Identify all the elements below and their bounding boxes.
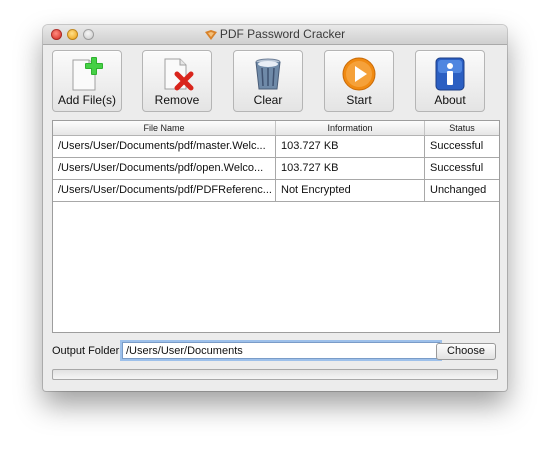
remove-button[interactable]: Remove xyxy=(142,50,212,112)
status-cell: Successful xyxy=(430,162,484,174)
about-button[interactable]: About xyxy=(415,50,485,112)
information-cell: 103.727 KB xyxy=(276,136,425,157)
clear-label: Clear xyxy=(253,93,283,107)
title-bar: PDF Password Cracker xyxy=(43,25,507,45)
table-row[interactable]: /Users/User/Documents/pdf/PDFReferenc...… xyxy=(53,180,499,202)
column-header-file-name[interactable]: File Name xyxy=(53,121,276,135)
status-cell: Unchanged xyxy=(430,184,487,196)
file-name-cell: /Users/User/Documents/pdf/master.Welc... xyxy=(53,136,276,157)
information-cell: 103.727 KB xyxy=(276,158,425,179)
output-folder-input[interactable] xyxy=(122,342,440,359)
remove-file-icon xyxy=(159,56,195,92)
file-name-cell: /Users/User/Documents/pdf/open.Welco... xyxy=(53,158,276,179)
add-files-label: Add File(s) xyxy=(57,93,116,107)
remove-label: Remove xyxy=(154,93,200,107)
about-label: About xyxy=(434,93,466,107)
table-row[interactable]: /Users/User/Documents/pdf/open.Welco... … xyxy=(53,158,499,180)
app-window: PDF Password Cracker Add File(s) Remove … xyxy=(43,25,507,391)
column-header-status[interactable]: Status xyxy=(425,121,499,135)
start-button[interactable]: Start xyxy=(324,50,394,112)
window-title-container: PDF Password Cracker xyxy=(43,27,507,43)
file-table[interactable]: File Name Information Status /Users/User… xyxy=(52,120,500,333)
trash-icon xyxy=(250,56,286,92)
window-title: PDF Password Cracker xyxy=(219,27,346,41)
clear-button[interactable]: Clear xyxy=(233,50,303,112)
progress-bar xyxy=(52,369,498,380)
information-cell: Not Encrypted xyxy=(276,180,425,201)
status-cell: Successful xyxy=(430,140,484,152)
info-icon xyxy=(432,56,468,92)
table-header: File Name Information Status xyxy=(53,121,499,136)
file-name-cell: /Users/User/Documents/pdf/PDFReferenc... xyxy=(53,180,276,201)
output-folder-label: Output Folder xyxy=(52,345,120,357)
start-label: Start xyxy=(346,93,372,107)
choose-button[interactable]: Choose xyxy=(436,343,496,360)
play-icon xyxy=(341,56,377,92)
add-file-icon xyxy=(69,56,105,92)
table-row[interactable]: /Users/User/Documents/pdf/master.Welc...… xyxy=(53,136,499,158)
column-header-information[interactable]: Information xyxy=(276,121,425,135)
add-files-button[interactable]: Add File(s) xyxy=(52,50,122,112)
app-logo-icon xyxy=(204,29,217,43)
